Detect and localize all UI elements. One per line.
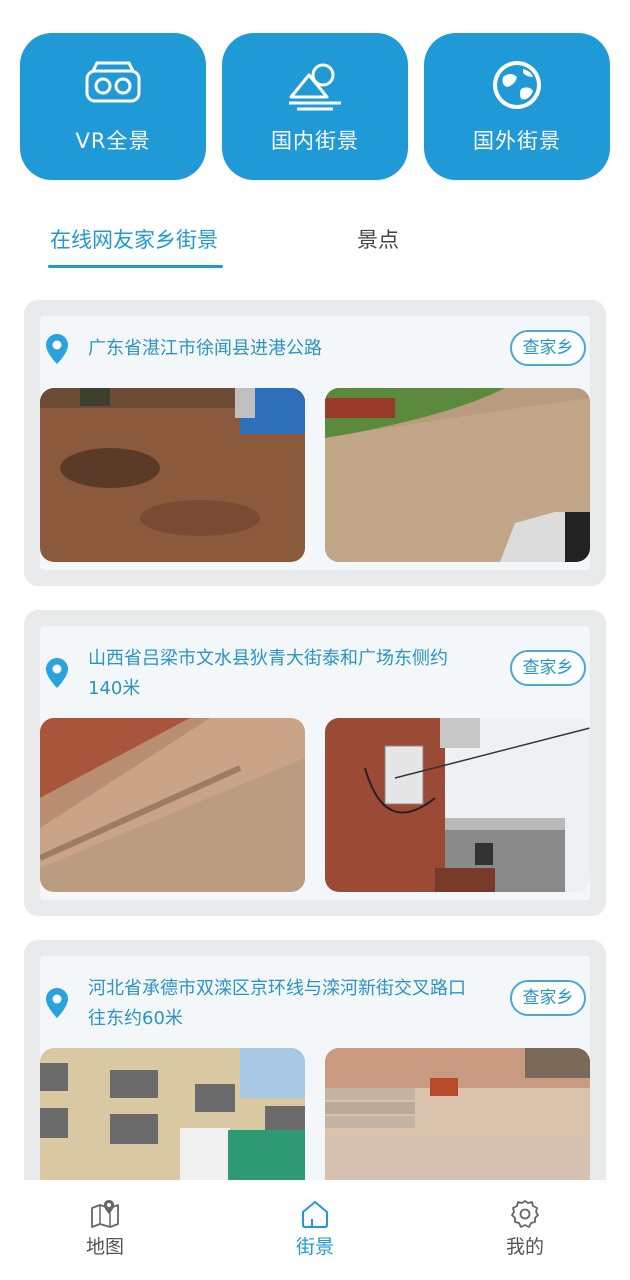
streetview-photo [325, 718, 590, 892]
nav-streetview[interactable]: 街景 [245, 1180, 385, 1280]
active-tab-indicator [48, 265, 223, 268]
streetview-thumbnail[interactable] [40, 388, 305, 562]
settings-gear-icon [511, 1200, 539, 1228]
mountain-landscape-icon [289, 63, 341, 110]
nav-mine-label: 我的 [505, 1236, 544, 1258]
check-hometown-button[interactable]: 查家乡 [510, 650, 586, 686]
tab-scenic-spots[interactable]: 景点 [357, 224, 399, 254]
check-hometown-button[interactable]: 查家乡 [510, 980, 586, 1016]
nav-map[interactable]: 地图 [35, 1180, 175, 1280]
quick-actions: VR全景 国内街景 国外街景 [20, 33, 610, 180]
streetview-photo [325, 388, 590, 562]
streetview-thumbnail[interactable] [40, 718, 305, 892]
streetview-card: 广东省湛江市徐闻县进港公路 查家乡 [24, 300, 606, 586]
bottom-navigation: 地图 街景 我的 [0, 1180, 630, 1280]
card-address: 河北省承德市双滦区京环线与滦河新街交叉路口往东约60米 [88, 978, 466, 1029]
vr-goggles-icon [85, 61, 141, 102]
check-hometown-button[interactable]: 查家乡 [510, 330, 586, 366]
nav-mine[interactable]: 我的 [455, 1180, 595, 1280]
nav-map-label: 地图 [85, 1236, 124, 1258]
streetview-photo [40, 718, 305, 892]
tab-hometown-streetview[interactable]: 在线网友家乡街景 [50, 224, 218, 254]
streetview-photo [40, 388, 305, 562]
location-pin-icon [46, 658, 68, 688]
card-address: 广东省湛江市徐闻县进港公路 [88, 338, 322, 359]
domestic-streetview-label: 国内街景 [271, 128, 359, 153]
vr-panorama-button[interactable]: VR全景 [20, 33, 206, 180]
streetview-thumbnail[interactable] [325, 388, 590, 562]
vr-panorama-label: VR全景 [75, 128, 151, 153]
foreign-streetview-button[interactable]: 国外街景 [424, 33, 610, 180]
content-tabs: 在线网友家乡街景 景点 [0, 218, 630, 274]
location-pin-icon [46, 988, 68, 1018]
card-address: 山西省吕梁市文水县狄青大街泰和广场东侧约140米 [88, 648, 448, 699]
map-pin-icon [91, 1200, 119, 1228]
domestic-streetview-button[interactable]: 国内街景 [222, 33, 408, 180]
nav-streetview-label: 街景 [295, 1236, 334, 1258]
home-icon [302, 1201, 328, 1228]
location-pin-icon [46, 334, 68, 364]
foreign-streetview-label: 国外街景 [473, 128, 561, 153]
globe-icon [493, 60, 541, 109]
streetview-card: 山西省吕梁市文水县狄青大街泰和广场东侧约140米 查家乡 [24, 610, 606, 916]
streetview-thumbnail[interactable] [325, 718, 590, 892]
